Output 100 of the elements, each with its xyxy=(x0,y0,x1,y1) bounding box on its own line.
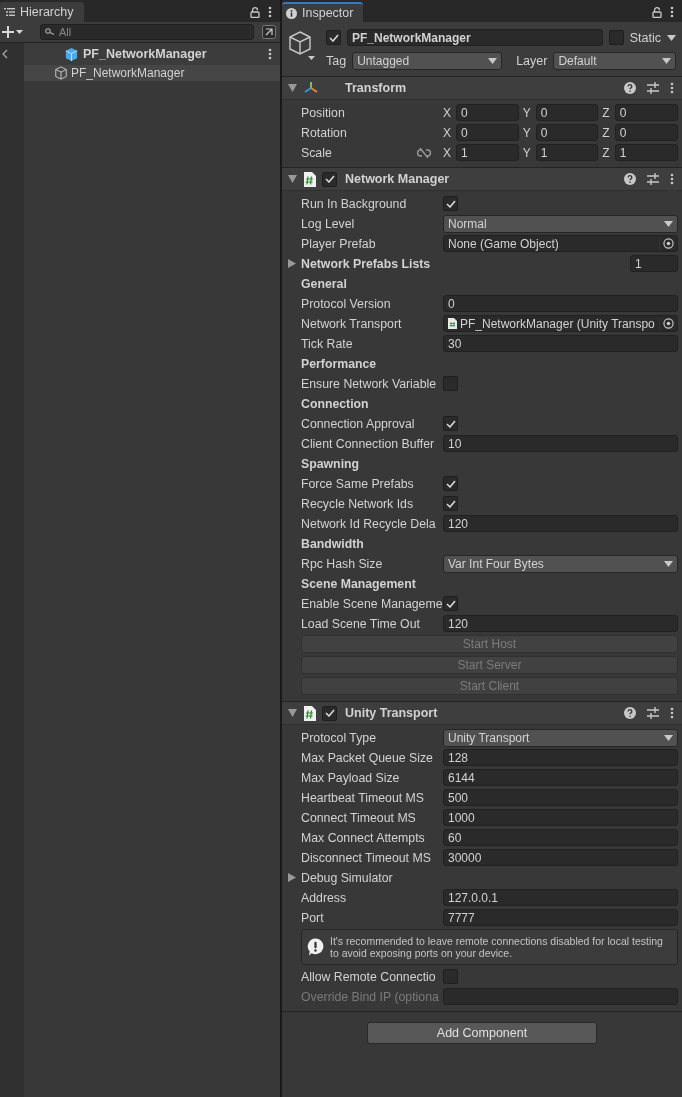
property-label: Tick Rate xyxy=(301,336,354,351)
inspector-tab[interactable]: Inspector xyxy=(282,2,364,22)
info-icon xyxy=(286,7,297,19)
more-menu-icon[interactable] xyxy=(670,6,674,18)
checkbox[interactable] xyxy=(443,476,458,491)
checkbox[interactable] xyxy=(443,969,458,984)
tag-label: Tag xyxy=(326,53,347,68)
lock-icon[interactable] xyxy=(250,6,260,18)
foldout-label[interactable]: Network Prefabs Lists xyxy=(301,256,431,271)
text-field[interactable]: 7777 xyxy=(443,909,678,926)
list-size-field[interactable]: 1 xyxy=(630,255,678,272)
hierarchy-tab[interactable]: Hierarchy xyxy=(0,2,84,22)
text-field[interactable]: 120 xyxy=(443,615,678,632)
text-field[interactable]: 10 xyxy=(443,435,678,452)
property-label: Force Same Prefabs xyxy=(301,476,415,491)
more-menu-icon[interactable] xyxy=(670,82,674,94)
number-field[interactable]: 0 xyxy=(456,124,519,141)
property-label: Network Id Recycle Dela xyxy=(301,516,437,531)
object-picker-icon[interactable] xyxy=(659,318,677,329)
number-field[interactable]: 0 xyxy=(535,124,599,141)
property-label: Address xyxy=(301,890,348,905)
help-icon[interactable] xyxy=(624,707,636,719)
component-header[interactable]: Unity Transport xyxy=(282,702,682,725)
checkbox[interactable] xyxy=(443,196,458,211)
hierarchy-item[interactable]: PF_NetworkManager xyxy=(24,65,280,81)
cube-dropdown-icon[interactable] xyxy=(288,30,316,62)
presets-sliders-icon[interactable] xyxy=(647,173,659,185)
more-menu-icon[interactable] xyxy=(670,707,674,719)
property-label: Max Connect Attempts xyxy=(301,830,426,845)
property-label: Enable Scene Manageme xyxy=(301,596,443,611)
more-menu-icon[interactable] xyxy=(268,6,272,18)
component-enabled-checkbox[interactable] xyxy=(322,705,337,721)
foldout-arrow-icon[interactable] xyxy=(288,84,297,92)
number-field[interactable]: 1 xyxy=(456,144,519,161)
active-checkbox[interactable] xyxy=(326,30,341,45)
layer-dropdown[interactable]: Default xyxy=(553,51,676,70)
text-field[interactable]: 6144 xyxy=(443,769,678,786)
add-dropdown-icon[interactable] xyxy=(2,26,24,38)
axes-icon xyxy=(303,81,319,95)
checkbox[interactable] xyxy=(443,596,458,611)
axis-label: X xyxy=(443,105,451,120)
property-label: Log Level xyxy=(301,216,356,231)
checkbox[interactable] xyxy=(443,376,458,391)
dropdown[interactable]: Unity Transport xyxy=(443,728,678,747)
search-icon xyxy=(45,28,55,36)
dropdown[interactable]: Normal xyxy=(443,214,678,233)
back-chevron-icon[interactable] xyxy=(2,49,8,59)
number-field[interactable]: 0 xyxy=(614,124,678,141)
text-field[interactable]: 120 xyxy=(443,515,678,532)
static-checkbox[interactable] xyxy=(608,30,624,45)
object-field[interactable]: None (Game Object) xyxy=(443,235,678,252)
property-label: Recycle Network Ids xyxy=(301,496,415,511)
checkbox[interactable] xyxy=(443,496,458,511)
foldout-arrow-icon[interactable] xyxy=(288,259,296,268)
number-field[interactable]: 1 xyxy=(535,144,599,161)
number-field[interactable]: 1 xyxy=(614,144,678,161)
text-field[interactable]: 1000 xyxy=(443,809,678,826)
add-component-button[interactable]: Add Component xyxy=(367,1022,597,1044)
text-field[interactable]: 60 xyxy=(443,829,678,846)
text-field[interactable]: 127.0.0.1 xyxy=(443,889,678,906)
name-field[interactable]: PF_NetworkManager xyxy=(347,29,603,46)
object-field[interactable]: PF_NetworkManager (Unity Transpo xyxy=(443,315,678,332)
number-field[interactable]: 0 xyxy=(614,104,678,121)
foldout-arrow-icon[interactable] xyxy=(288,175,297,183)
component-enabled-checkbox[interactable] xyxy=(322,171,337,187)
component-header[interactable]: Network Manager xyxy=(282,168,682,191)
lock-icon[interactable] xyxy=(652,6,662,18)
text-field[interactable]: 30000 xyxy=(443,849,678,866)
property-label: Rotation xyxy=(301,125,348,140)
presets-sliders-icon[interactable] xyxy=(647,82,659,94)
foldout-label[interactable]: Debug Simulator xyxy=(301,870,393,885)
property-label: Port xyxy=(301,910,325,925)
prefab-title: PF_NetworkManager xyxy=(83,47,207,61)
text-field[interactable]: 128 xyxy=(443,749,678,766)
tag-dropdown[interactable]: Untagged xyxy=(352,51,503,70)
more-menu-icon[interactable] xyxy=(670,173,674,185)
presets-sliders-icon[interactable] xyxy=(647,707,659,719)
axis-label: Y xyxy=(522,145,531,160)
property-label: Connect Timeout MS xyxy=(301,810,417,825)
object-picker-icon[interactable] xyxy=(659,238,677,249)
caret-icon xyxy=(664,734,673,741)
foldout-arrow-icon[interactable] xyxy=(288,873,296,882)
section-header: Connection xyxy=(301,396,370,411)
text-field[interactable]: 500 xyxy=(443,789,678,806)
checkbox[interactable] xyxy=(443,416,458,431)
number-field[interactable]: 0 xyxy=(456,104,519,121)
help-icon[interactable] xyxy=(624,82,636,94)
chain-link-icon[interactable] xyxy=(417,147,431,158)
text-field[interactable]: 0 xyxy=(443,295,678,312)
text-field[interactable]: 30 xyxy=(443,335,678,352)
caret-icon[interactable] xyxy=(667,34,676,41)
property-label: Ensure Network Variable xyxy=(301,376,438,391)
help-icon[interactable] xyxy=(624,173,636,185)
more-menu-icon[interactable] xyxy=(268,48,272,60)
foldout-arrow-icon[interactable] xyxy=(288,709,297,717)
number-field[interactable]: 0 xyxy=(535,104,599,121)
component-header[interactable]: Transform xyxy=(282,77,682,100)
dropdown[interactable]: Var Int Four Bytes xyxy=(443,554,678,573)
expand-window-icon[interactable] xyxy=(262,25,276,39)
search-field[interactable]: All xyxy=(40,24,254,40)
